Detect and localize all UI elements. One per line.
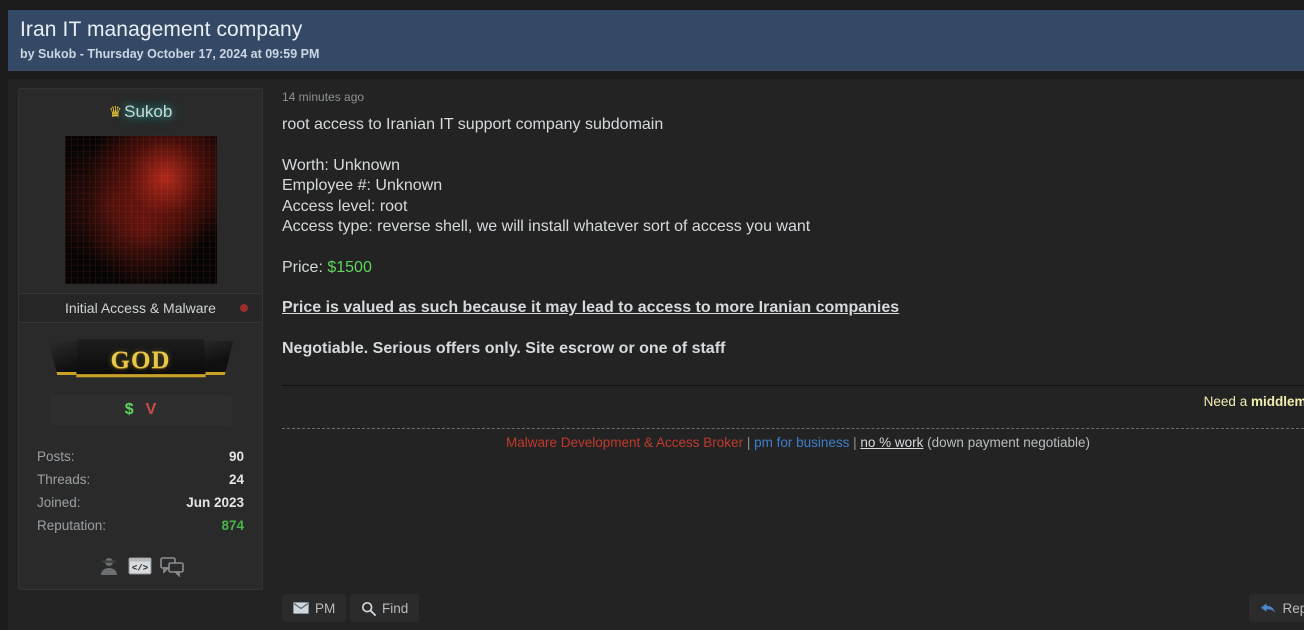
signature-middleman-row: Need a middlema — [282, 393, 1304, 429]
author-card: ♛ Sukob Initial Access & Malware GOD $ V — [18, 88, 263, 590]
stat-label-reputation: Reputation: — [37, 514, 106, 537]
stat-row-threads: Threads: 24 — [37, 468, 244, 491]
signature-pm-link[interactable]: pm for business — [754, 435, 849, 450]
find-button-label: Find — [382, 601, 408, 616]
author-name-row: ♛ Sukob — [27, 99, 254, 125]
post-headline: root access to Iranian IT support compan… — [282, 115, 1304, 136]
thread-byline: by Sukob - Thursday October 17, 2024 at … — [20, 45, 1304, 63]
signature-middleman-prefix: Need a — [1204, 394, 1251, 409]
spacer — [282, 136, 1304, 156]
post-emphasis-underlined: Price is valued as such because it may l… — [282, 298, 1304, 319]
online-status-dot — [240, 304, 248, 312]
crown-icon: ♛ — [109, 105, 122, 120]
author-awards: $ V — [50, 395, 232, 425]
spacer — [282, 278, 1304, 298]
page-title: Iran IT management company — [20, 16, 1304, 44]
rank-banner: GOD — [53, 337, 229, 385]
stat-row-joined: Joined: Jun 2023 — [37, 491, 244, 514]
signature-tail-text: (down payment negotiable) — [923, 435, 1090, 450]
svg-text:</>: </> — [131, 564, 147, 574]
author-usergroup-row: Initial Access & Malware — [19, 293, 262, 323]
post-price-line: Price: $1500 — [282, 258, 1304, 279]
post-emphasis-underlined-text: Price is valued as such because it may l… — [282, 299, 899, 316]
signature-no-percent-link[interactable]: no % work — [860, 435, 923, 450]
spacer — [282, 319, 1304, 339]
post-detail-employees: Employee #: Unknown — [282, 176, 1304, 197]
author-icon-row: </> — [27, 555, 254, 577]
find-button[interactable]: Find — [350, 594, 419, 622]
code-icon[interactable]: </> — [128, 555, 152, 577]
stat-row-posts: Posts: 90 — [37, 445, 244, 468]
price-value: $1500 — [327, 259, 372, 276]
signature-dashed-divider — [282, 428, 1304, 429]
post-detail-access-level: Access level: root — [282, 197, 1304, 218]
reply-button-label: Reply — [1282, 601, 1304, 616]
reply-button[interactable]: Reply — [1249, 594, 1304, 622]
signature-middleman-bold: middlema — [1251, 394, 1304, 409]
author-username[interactable]: Sukob — [124, 102, 172, 122]
thread-header: Iran IT management company by Sukob - Th… — [8, 10, 1304, 71]
avatar[interactable] — [65, 136, 217, 284]
pm-button[interactable]: PM — [282, 594, 346, 622]
post-emphasis-bold-text: Negotiable. Serious offers only. Site es… — [282, 340, 725, 357]
post-timestamp: 14 minutes ago — [282, 88, 1304, 106]
post-author-column: ♛ Sukob Initial Access & Malware GOD $ V — [8, 79, 273, 630]
post-footer: PM Find Reply — [282, 594, 1304, 626]
stat-row-reputation: Reputation: 874 — [37, 514, 244, 537]
signature-separator-1: | — [743, 435, 754, 450]
post-content-column: 14 minutes ago root access to Iranian IT… — [273, 79, 1304, 630]
author-usergroup-label: Initial Access & Malware — [65, 300, 216, 316]
stat-label-posts: Posts: — [37, 445, 75, 468]
signature-role-link[interactable]: Malware Development & Access Broker — [506, 435, 743, 450]
post-detail-worth: Worth: Unknown — [282, 156, 1304, 177]
stat-value-threads: 24 — [229, 468, 244, 491]
stat-label-threads: Threads: — [37, 468, 90, 491]
stat-label-joined: Joined: — [37, 491, 81, 514]
rank-banner-text: GOD — [111, 347, 171, 375]
spacer — [282, 238, 1304, 258]
pm-button-label: PM — [315, 601, 335, 616]
signature-divider — [282, 385, 1304, 386]
post-container: ♛ Sukob Initial Access & Malware GOD $ V — [8, 79, 1304, 630]
stat-value-posts: 90 — [229, 445, 244, 468]
author-stats: Posts: 90 Threads: 24 Joined: Jun 2023 R… — [27, 445, 254, 537]
money-award-icon[interactable]: $ — [125, 402, 134, 418]
user-profile-icon[interactable] — [98, 555, 120, 577]
vendor-award-icon[interactable]: V — [146, 402, 157, 418]
chat-bubbles-icon[interactable] — [160, 555, 184, 577]
post-emphasis-bold: Negotiable. Serious offers only. Site es… — [282, 339, 1304, 360]
stat-value-reputation[interactable]: 874 — [221, 514, 244, 537]
envelope-icon — [293, 602, 309, 614]
post-body: root access to Iranian IT support compan… — [282, 115, 1304, 359]
signature-separator-2: | — [849, 435, 860, 450]
search-icon — [361, 601, 376, 616]
post-detail-access-type: Access type: reverse shell, we will inst… — [282, 217, 1304, 238]
signature-links-row: Malware Development & Access Broker | pm… — [282, 433, 1304, 453]
reply-arrow-icon — [1260, 601, 1276, 615]
signature-middleman-text: Need a middlema — [1204, 394, 1304, 409]
price-label: Price: — [282, 259, 327, 276]
stat-value-joined: Jun 2023 — [186, 491, 244, 514]
